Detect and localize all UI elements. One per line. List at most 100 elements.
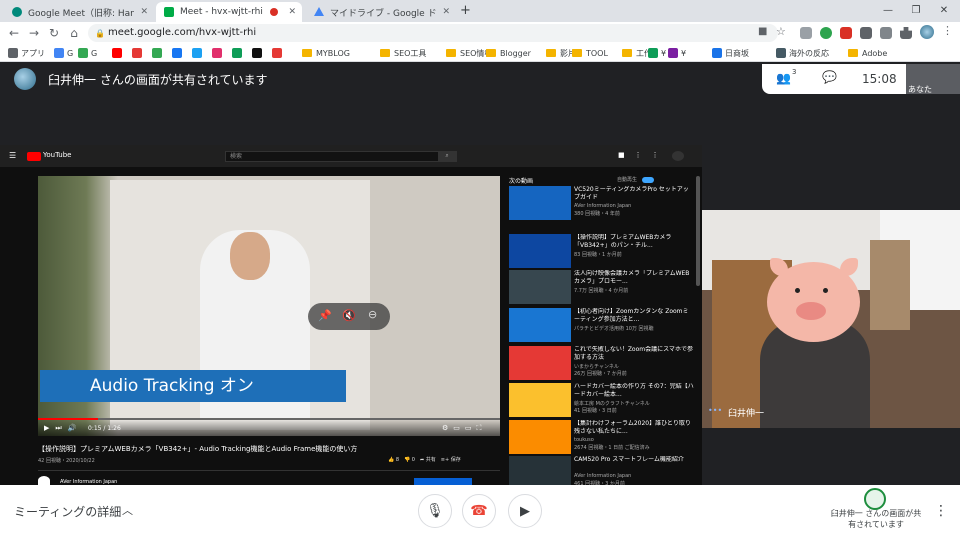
video-time: 0:15 / 1:26 (88, 425, 121, 432)
tab-google-meet-info[interactable]: Google Meet（旧称: Hangouts M... ✕ (4, 2, 154, 22)
folder-icon (848, 49, 858, 57)
bookmark-item[interactable]: アプリ (8, 47, 45, 59)
bookmark-favicon-icon[interactable] (112, 48, 122, 58)
video-title: 【操作説明】プレミアムWEBカメラ「VB342+」- Audio Trackin… (38, 445, 358, 453)
subscribe-button (414, 478, 472, 485)
bookmark-item[interactable]: MYBLOG (302, 47, 350, 59)
bookmark-label: 海外の反応 (789, 48, 829, 58)
bookmark-item[interactable]: ¥ (668, 47, 686, 59)
youtube-avatar (672, 151, 684, 161)
bookmark-item[interactable]: G (54, 47, 73, 59)
recommendation-meta: AVer Information Japan (574, 203, 632, 209)
up-next-label: 次の動画 (509, 178, 534, 185)
address-bar[interactable]: meet.google.com/hvx-wjtt-rhi (88, 24, 778, 42)
drive-favicon-icon (314, 7, 324, 16)
extension-new-icon[interactable] (840, 27, 852, 39)
bookmark-label: SEO工具 (394, 48, 427, 58)
new-tab-icon[interactable]: + (460, 3, 471, 18)
video-play-controls-icon: ▶⏭🔊 (44, 424, 83, 432)
extension-evernote-icon[interactable] (820, 27, 832, 39)
folder-icon (302, 49, 312, 57)
bookmark-favicon-icon[interactable] (252, 48, 262, 58)
bookmark-favicon-icon[interactable] (132, 48, 142, 58)
bookmark-icon (668, 48, 678, 58)
pin-icon: 📌 (318, 309, 332, 322)
youtube-menu-icon: ☰ (9, 151, 17, 160)
bookmark-icon (776, 48, 786, 58)
tab-meet-call[interactable]: Meet - hvx-wjtt-rhi ✕ (156, 2, 302, 22)
close-tab-icon[interactable]: ✕ (288, 7, 296, 17)
close-tab-icon[interactable]: ✕ (442, 7, 450, 17)
bookmark-label: アプリ (21, 48, 45, 58)
bookmark-item[interactable]: G (78, 47, 97, 59)
close-window-icon[interactable]: ✕ (932, 2, 956, 20)
extension-recycle-icon[interactable] (880, 27, 892, 39)
more-options-icon[interactable]: ⋮ (934, 503, 948, 519)
video-overlay-controls: 📌 🔇 ⊖ (308, 303, 390, 330)
microphone-icon: 🎙 (426, 503, 444, 519)
participants-icon[interactable]: 👥 (776, 71, 791, 85)
lock-icon[interactable]: 🔒 (95, 29, 105, 38)
camera-permission-icon[interactable]: ■ (758, 26, 767, 37)
youtube-search-icon: ⌕ (438, 152, 456, 161)
bookmark-label: ¥ (661, 48, 667, 58)
forward-icon[interactable]: → (26, 25, 42, 41)
chat-icon[interactable]: 💬 (822, 70, 837, 84)
folder-icon (380, 49, 390, 57)
bookmark-label: G (67, 48, 74, 58)
maximize-icon[interactable]: ❐ (904, 2, 928, 20)
recommendation-thumbnail (509, 420, 571, 454)
recommendation-meta-secondary: 41 回視聴・3 日前 (574, 408, 617, 414)
bookmark-label: MYBLOG (316, 48, 350, 58)
microphone-button[interactable]: 🎙 (418, 494, 452, 528)
bookmark-favicon-icon[interactable] (212, 48, 222, 58)
recommendation-title: 法人向け映像会議カメラ「プレミアムWEBカメラ」プロモー... (574, 270, 690, 285)
bookmark-favicon-icon[interactable] (272, 48, 282, 58)
minimize-icon[interactable]: — (876, 2, 900, 20)
back-icon[interactable]: ← (6, 25, 22, 41)
bookmark-item[interactable]: SEO工具 (380, 47, 426, 59)
browser-menu-icon[interactable]: ⋮ (942, 24, 953, 37)
recommendation-meta: いまからチャンネル (574, 364, 619, 370)
remove-icon: ⊖ (368, 308, 378, 321)
recommendation-title: ハードカバー絵本の作り方 その7：完結【ハードカバー絵本... (574, 383, 694, 398)
extension-icon[interactable] (860, 27, 872, 39)
bookmark-item[interactable]: Adobe (848, 47, 887, 59)
profile-avatar[interactable] (920, 25, 934, 39)
meeting-clock: 15:08 (862, 72, 897, 86)
extension-abp-icon[interactable] (800, 27, 812, 39)
meeting-details-button[interactable]: ミーティングの詳細 (14, 503, 121, 520)
recording-dot-icon (270, 8, 279, 16)
bookmark-item[interactable]: 日商坂 (712, 47, 749, 59)
present-screen-icon[interactable] (864, 488, 886, 510)
youtube-logo-icon (27, 152, 41, 161)
recommendation-thumbnail (509, 346, 571, 380)
presenter-avatar (14, 68, 36, 90)
pig-snout-icon (796, 302, 826, 320)
hang-up-button[interactable]: ☎ (462, 494, 496, 528)
recommendation-thumbnail (509, 186, 571, 220)
bookmark-favicon-icon[interactable] (232, 48, 242, 58)
bookmark-favicon-icon[interactable] (192, 48, 202, 58)
bookmark-item[interactable]: ¥ (648, 47, 666, 59)
recommendation-meta-secondary: 2674 回視聴・1 日前 ご配信済み (574, 445, 650, 451)
close-tab-icon[interactable]: ✕ (140, 7, 148, 17)
bookmark-item[interactable]: TOOL (572, 47, 608, 59)
bookmark-star-icon[interactable]: ☆ (776, 25, 786, 38)
bookmark-icon (54, 48, 64, 58)
reload-icon[interactable]: ↻ (46, 25, 62, 41)
meet-favicon-icon (12, 7, 22, 17)
tab-google-drive[interactable]: マイドライブ - Google ドライブ ✕ (306, 2, 456, 22)
bookmark-favicon-icon[interactable] (152, 48, 162, 58)
video-views: 42 回視聴・2020/10/22 (38, 458, 95, 464)
camera-icon: ▶ (520, 503, 530, 519)
recommendation-meta-secondary: 26万 回視聴・7 か月前 (574, 371, 627, 377)
recommendation-meta: 7.7万 回視聴・4 か月前 (574, 288, 629, 294)
home-icon[interactable]: ⌂ (66, 25, 82, 41)
camera-button[interactable]: ▶ (508, 494, 542, 528)
bookmark-item[interactable]: Blogger (486, 47, 531, 59)
bookmark-favicon-icon[interactable] (172, 48, 182, 58)
divider (38, 470, 500, 471)
chevron-up-icon[interactable]: ︿ (122, 502, 133, 518)
bookmark-item[interactable]: 海外の反応 (776, 47, 829, 59)
